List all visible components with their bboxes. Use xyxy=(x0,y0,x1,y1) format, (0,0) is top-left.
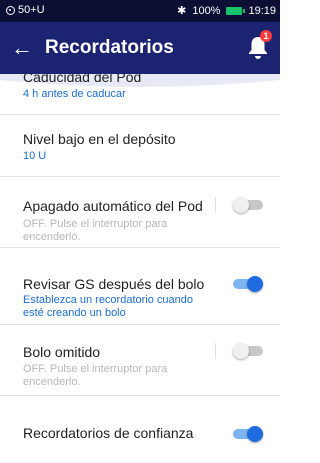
app-bar: ← Recordatorios 1 xyxy=(0,22,280,74)
item-title: Apagado automático del Pod xyxy=(23,198,203,214)
vertical-separator xyxy=(215,343,216,359)
notification-badge: 1 xyxy=(260,30,272,42)
item-subtitle: Establezca un recordatorio cuando esté c… xyxy=(23,294,193,319)
item-title: Bolo omitido xyxy=(23,344,101,360)
list-item[interactable]: Caducidad del Pod 4 h antes de caducar xyxy=(0,74,280,114)
item-subtitle: 4 h antes de caducar xyxy=(23,88,126,100)
item-subtitle: OFF. Pulse el interruptor para encenderl… xyxy=(23,363,168,388)
battery-icon xyxy=(226,6,246,15)
bluetooth-icon: ✱ xyxy=(177,5,187,17)
pod-status-icon xyxy=(6,5,15,15)
toggle-missed-bolus[interactable] xyxy=(233,343,263,359)
status-time: 19:19 xyxy=(248,4,276,17)
status-bar: 50+U ✱ 100% 19:19 xyxy=(0,0,280,22)
notification-bell-icon[interactable]: 1 xyxy=(246,30,272,62)
list-item[interactable]: Recordatorios de confianza xyxy=(0,396,280,463)
item-title: Recordatorios de confianza xyxy=(23,425,194,441)
status-bar-right: ✱ 100% 19:19 xyxy=(177,4,276,18)
settings-list: Caducidad del Pod 4 h antes de caducar N… xyxy=(0,74,280,463)
list-item[interactable]: Bolo omitido OFF. Pulse el interruptor p… xyxy=(0,325,280,395)
item-subtitle: OFF. Pulse el interruptor para encenderl… xyxy=(23,218,168,243)
toggle-check-bg-after-bolus[interactable] xyxy=(233,276,263,292)
vertical-separator xyxy=(215,197,216,213)
insulin-remaining: 50+U xyxy=(18,4,45,16)
list-item[interactable]: Revisar GS después del bolo Establezca u… xyxy=(0,248,280,319)
list-item[interactable]: Nivel bajo en el depósito 10 U xyxy=(0,115,280,176)
list-item[interactable]: Apagado automático del Pod OFF. Pulse el… xyxy=(0,177,280,247)
page-title: Recordatorios xyxy=(45,37,174,58)
status-bar-left: 50+U xyxy=(6,4,45,16)
toggle-auto-off[interactable] xyxy=(233,197,263,213)
back-arrow-glyph: ← xyxy=(11,35,33,60)
item-title: Revisar GS después del bolo xyxy=(23,276,205,292)
back-arrow-icon[interactable]: ← xyxy=(10,35,34,60)
battery-percent: 100% xyxy=(192,4,221,17)
item-title: Nivel bajo en el depósito xyxy=(23,131,176,147)
toggle-confidence-reminders[interactable] xyxy=(233,426,263,442)
item-subtitle: 10 U xyxy=(23,150,47,162)
item-title: Caducidad del Pod xyxy=(23,74,142,85)
